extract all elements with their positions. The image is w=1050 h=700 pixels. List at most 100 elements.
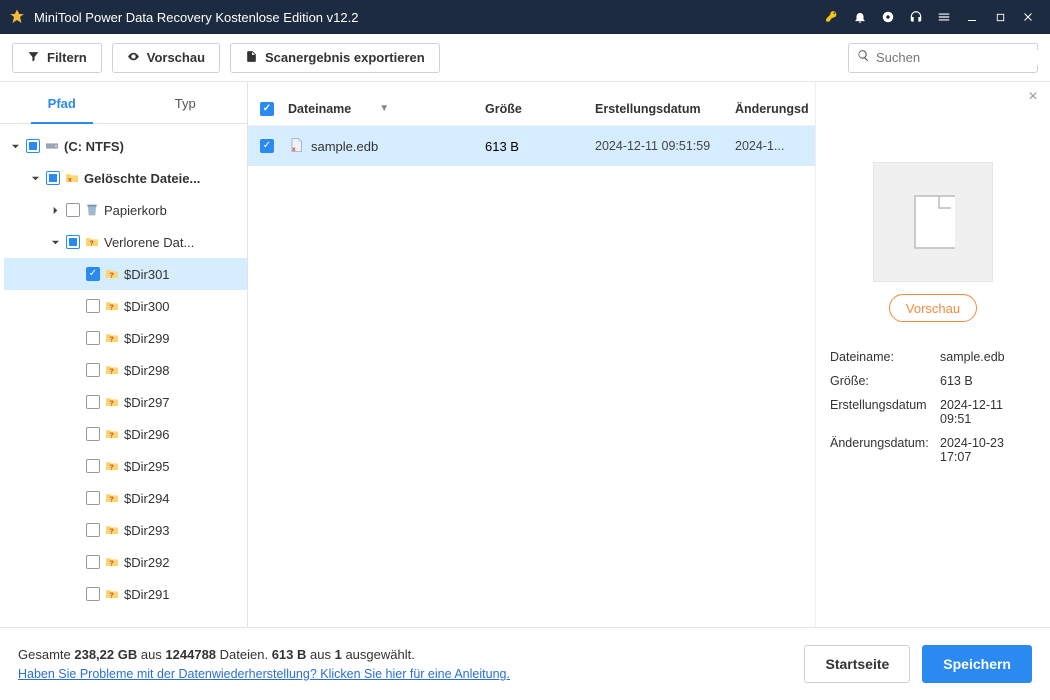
tree[interactable]: (C: NTFS) x Gelöschte Dateie... Papierko…: [0, 124, 247, 627]
tree-label: $Dir295: [124, 459, 243, 474]
filter-label: Filtern: [47, 50, 87, 65]
minimize-icon[interactable]: [958, 0, 986, 34]
folder-q-icon: ?: [104, 362, 120, 378]
checkbox[interactable]: [86, 459, 100, 473]
svg-text:?: ?: [109, 526, 114, 535]
close-icon[interactable]: [1014, 0, 1042, 34]
tree-dir[interactable]: ?$Dir297: [4, 386, 247, 418]
meta-value: sample.edb: [940, 350, 1036, 364]
tree-recycle[interactable]: Papierkorb: [4, 194, 247, 226]
save-button[interactable]: Speichern: [922, 645, 1032, 683]
column-created[interactable]: Erstellungsdatum: [595, 102, 735, 116]
tree-dir[interactable]: ? $Dir295: [4, 450, 247, 482]
tree-label: $Dir292: [124, 555, 243, 570]
bell-icon[interactable]: [846, 0, 874, 34]
status: Gesamte 238,22 GB aus 1244788 Dateien. 6…: [18, 647, 792, 681]
folder-q-icon: ?: [104, 458, 120, 474]
tree-dir[interactable]: ?$Dir300: [4, 290, 247, 322]
help-link[interactable]: Haben Sie Probleme mit der Datenwiederhe…: [18, 667, 510, 681]
maximize-icon[interactable]: [986, 0, 1014, 34]
svg-text:?: ?: [109, 462, 114, 471]
checkbox[interactable]: [86, 395, 100, 409]
tree-label: $Dir291: [124, 587, 243, 602]
svg-text:?: ?: [109, 430, 114, 439]
preview-metadata: Dateiname:sample.edb Größe:613 B Erstell…: [830, 350, 1036, 474]
search-input[interactable]: [876, 50, 1050, 65]
title-bar: MiniTool Power Data Recovery Kostenlose …: [0, 0, 1050, 34]
chevron-down-icon[interactable]: [48, 235, 62, 249]
checkbox[interactable]: [86, 299, 100, 313]
tree-deleted[interactable]: x Gelöschte Dateie...: [4, 162, 247, 194]
preview-label: Vorschau: [147, 50, 205, 65]
checkbox[interactable]: [66, 203, 80, 217]
file-name: sample.edb: [311, 139, 378, 154]
folder-q-icon: ?: [104, 554, 120, 570]
checkbox[interactable]: [86, 427, 100, 441]
checkbox[interactable]: [86, 555, 100, 569]
table-row[interactable]: x sample.edb 613 B 2024-12-11 09:51:59 2…: [248, 126, 815, 166]
chevron-down-icon[interactable]: [28, 171, 42, 185]
tree-label: $Dir299: [124, 331, 243, 346]
tree-root[interactable]: (C: NTFS): [4, 130, 247, 162]
checkbox[interactable]: [86, 363, 100, 377]
checkbox[interactable]: [86, 587, 100, 601]
export-button[interactable]: Scanergebnis exportieren: [230, 43, 440, 73]
tab-type[interactable]: Typ: [124, 84, 248, 123]
tree-dir[interactable]: ?$Dir293: [4, 514, 247, 546]
filter-button[interactable]: Filtern: [12, 43, 102, 73]
svg-text:?: ?: [109, 558, 114, 567]
tree-dir[interactable]: ?$Dir294: [4, 482, 247, 514]
app-icon: [8, 8, 26, 26]
headset-icon[interactable]: [902, 0, 930, 34]
svg-text:x: x: [292, 146, 296, 153]
tree-label: $Dir298: [124, 363, 243, 378]
drive-icon: [44, 138, 60, 154]
checkbox[interactable]: [86, 491, 100, 505]
tree-panel: Pfad Typ (C: NTFS) x Gelöschte Dateie...…: [0, 82, 248, 627]
menu-icon[interactable]: [930, 0, 958, 34]
tab-path[interactable]: Pfad: [0, 84, 124, 123]
preview-button[interactable]: Vorschau: [112, 43, 220, 73]
folder-q-icon: ?: [104, 586, 120, 602]
tree-lost[interactable]: ? Verlorene Dat...: [4, 226, 247, 258]
preview-panel: × Vorschau Dateiname:sample.edb Größe:61…: [815, 82, 1050, 627]
table-header: Dateiname▼ Größe Erstellungsdatum Änderu…: [248, 92, 815, 126]
column-modified[interactable]: Änderungsd: [735, 102, 815, 116]
recycle-bin-icon: [84, 202, 100, 218]
close-preview-icon[interactable]: ×: [1024, 88, 1042, 106]
column-size[interactable]: Größe: [485, 102, 595, 116]
checkbox[interactable]: [46, 171, 60, 185]
home-button[interactable]: Startseite: [804, 645, 910, 683]
svg-text:?: ?: [109, 366, 114, 375]
checkbox[interactable]: [86, 331, 100, 345]
tree-label: $Dir296: [124, 427, 243, 442]
checkbox[interactable]: [26, 139, 40, 153]
tree-label: $Dir297: [124, 395, 243, 410]
tree-dir[interactable]: ?$Dir299: [4, 322, 247, 354]
search-box[interactable]: [848, 43, 1038, 73]
tree-dir[interactable]: ? $Dir292: [4, 546, 247, 578]
window-title: MiniTool Power Data Recovery Kostenlose …: [34, 10, 358, 25]
checkbox[interactable]: [66, 235, 80, 249]
meta-label: Größe:: [830, 374, 934, 388]
key-icon[interactable]: [818, 0, 846, 34]
tree-dir[interactable]: ? $Dir301: [4, 258, 247, 290]
preview-open-button[interactable]: Vorschau: [889, 294, 977, 322]
checkbox[interactable]: [260, 139, 274, 153]
checkbox[interactable]: [86, 267, 100, 281]
tree-label: Gelöschte Dateie...: [84, 171, 243, 186]
checkbox-all[interactable]: [260, 102, 274, 116]
meta-label: Dateiname:: [830, 350, 934, 364]
chevron-down-icon[interactable]: [8, 139, 22, 153]
tree-dir[interactable]: ? $Dir291: [4, 578, 247, 610]
chevron-right-icon[interactable]: [48, 203, 62, 217]
disc-icon[interactable]: [874, 0, 902, 34]
column-name[interactable]: Dateiname▼: [288, 102, 485, 116]
checkbox[interactable]: [86, 523, 100, 537]
tree-dir[interactable]: ? $Dir296: [4, 418, 247, 450]
meta-value: 2024-12-11 09:51: [940, 398, 1036, 426]
svg-text:?: ?: [109, 270, 114, 279]
tree-dir[interactable]: ? $Dir298: [4, 354, 247, 386]
folder-q-icon: ?: [104, 298, 120, 314]
file-size: 613 B: [485, 139, 595, 154]
